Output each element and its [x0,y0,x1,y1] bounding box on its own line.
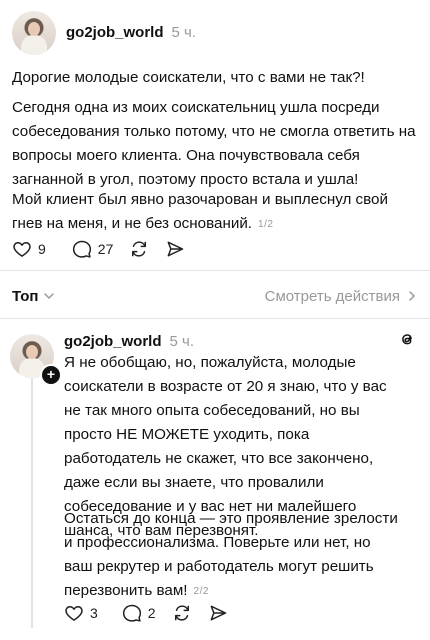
avatar-face [28,22,40,36]
avatar-figure [21,35,47,55]
page-counter: 1/2 [258,219,274,230]
post-text: Остаться до конца — это проявление зрело… [64,510,398,599]
sort-dropdown[interactable]: Топ [12,288,55,305]
like-count: 3 [90,605,98,621]
repost-button[interactable] [129,239,149,259]
repost-icon [174,605,189,621]
threads-logo-icon [402,334,412,345]
sort-label: Топ [12,287,39,305]
repost-button[interactable] [172,603,192,623]
sort-bar: Топ Смотреть действия [12,282,418,310]
post-text-paragraph: Дорогие молодые соискатели, что с вами н… [12,69,365,86]
post-text-paragraph: Остаться до конца — это проявление зрело… [64,507,402,604]
timestamp: 5 ч. [169,333,195,350]
heart-icon [13,242,31,257]
username[interactable]: go2job_world [66,24,164,41]
comment-button[interactable]: 27 [72,239,114,259]
repost-icon [132,241,147,257]
like-button[interactable]: 3 [64,603,98,623]
comment-bubble-icon [72,240,91,258]
share-button[interactable] [165,239,185,259]
share-button[interactable] [208,603,228,623]
avatar[interactable] [12,11,56,55]
timestamp: 5 ч. [171,24,197,41]
divider [0,270,430,271]
like-button[interactable]: 9 [12,239,46,259]
divider [0,318,430,319]
username[interactable]: go2job_world [64,333,162,350]
view-actions-label: Смотреть действия [264,287,400,305]
view-actions-link[interactable]: Смотреть действия [265,288,418,305]
plus-icon[interactable]: + [40,364,62,386]
comment-count: 2 [147,605,156,621]
page-counter: 2/2 [193,586,209,597]
post-actions: 9 27 [12,239,201,259]
post-header: go2job_world 5 ч. [66,24,196,41]
heart-icon [65,606,83,621]
chevron-down-icon [44,293,55,300]
comment-button[interactable]: 2 [122,603,156,623]
chevron-right-icon [409,291,416,301]
post-actions: 3 2 [64,603,244,623]
post-text: Мой клиент был явно разочарован и выплес… [12,191,388,232]
post-header: go2job_world 5 ч. [64,333,194,350]
post-text-paragraph: Мой клиент был явно разочарован и выплес… [12,188,418,237]
comment-bubble-icon [122,604,141,622]
send-icon [210,605,226,621]
like-count: 9 [38,241,46,257]
thread-line [31,378,33,628]
avatar-face [26,345,38,359]
send-icon [167,241,184,257]
comment-count: 27 [97,241,114,257]
post-text-paragraph: Сегодня одна из моих соискательниц ушла … [12,99,416,188]
